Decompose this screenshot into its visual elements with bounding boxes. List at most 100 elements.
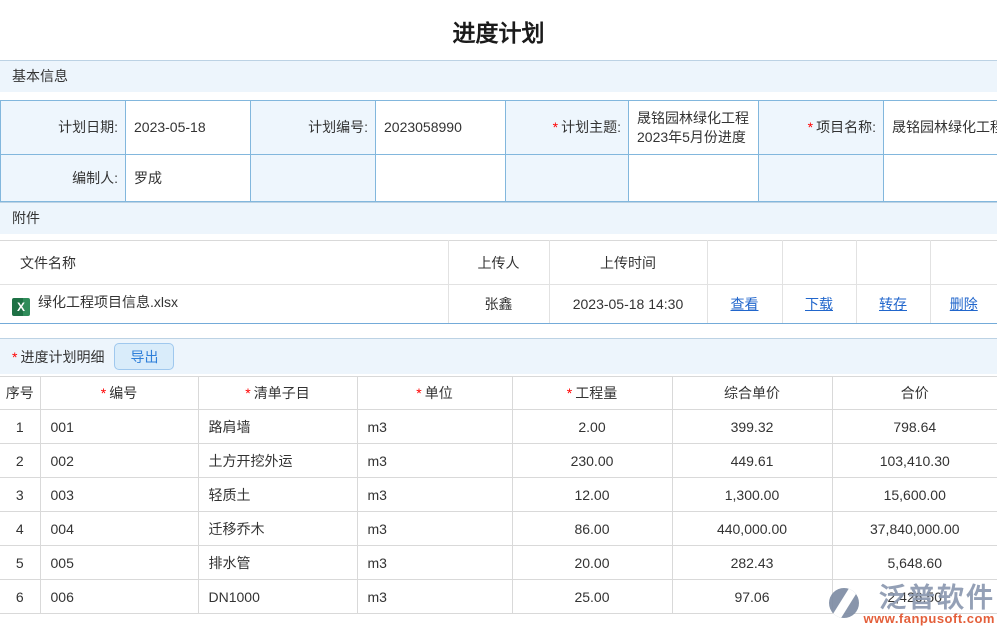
- attachment-file-name: X绿化工程项目信息.xlsx: [0, 285, 448, 324]
- cell-total: 2,426.50: [832, 580, 997, 614]
- cell-total: 37,840,000.00: [832, 512, 997, 546]
- section-title-plan-detail: *进度计划明细: [12, 347, 104, 367]
- cell-item[interactable]: 土方开挖外运: [198, 444, 357, 478]
- table-row: 6 006 DN1000 m3 25.00 97.06 2,426.50: [0, 580, 997, 614]
- section-header-plan-detail: *进度计划明细 导出: [0, 338, 997, 374]
- cell-unit[interactable]: m3: [357, 580, 512, 614]
- cell-total: 798.64: [832, 410, 997, 444]
- attachment-upload-time: 2023-05-18 14:30: [549, 285, 707, 324]
- col-header-total: 合价: [832, 377, 997, 410]
- empty-value-cell: [629, 155, 759, 202]
- cell-total: 103,410.30: [832, 444, 997, 478]
- cell-unit[interactable]: m3: [357, 546, 512, 580]
- attach-col-action: [707, 241, 782, 285]
- attachment-row: X绿化工程项目信息.xlsx 张鑫 2023-05-18 14:30 查看 下载…: [0, 285, 997, 324]
- col-header-unit: *单位: [357, 377, 512, 410]
- empty-label-cell: [759, 155, 884, 202]
- cell-unit-price: 440,000.00: [672, 512, 832, 546]
- cell-quantity[interactable]: 20.00: [512, 546, 672, 580]
- transfer-link[interactable]: 转存: [879, 296, 907, 312]
- required-mark: *: [416, 385, 421, 401]
- attach-col-action: [856, 241, 930, 285]
- required-mark: *: [567, 385, 572, 401]
- section-header-basic-info: 基本信息: [0, 60, 997, 92]
- empty-value-cell: [376, 155, 506, 202]
- cell-unit[interactable]: m3: [357, 444, 512, 478]
- attachment-uploader: 张鑫: [448, 285, 549, 324]
- plan-date-value[interactable]: 2023-05-18: [126, 101, 251, 155]
- attach-col-file-name: 文件名称: [0, 241, 448, 285]
- cell-seq: 6: [0, 580, 40, 614]
- plan-subject-value[interactable]: 晟铭园林绿化工程2023年5月份进度: [629, 101, 759, 155]
- cell-quantity[interactable]: 12.00: [512, 478, 672, 512]
- cell-unit-price: 1,300.00: [672, 478, 832, 512]
- table-row: 4 004 迁移乔木 m3 86.00 440,000.00 37,840,00…: [0, 512, 997, 546]
- excel-file-icon: X: [12, 298, 30, 316]
- attach-col-uploader: 上传人: [448, 241, 549, 285]
- required-mark: *: [245, 385, 250, 401]
- table-row: 5 005 排水管 m3 20.00 282.43 5,648.60: [0, 546, 997, 580]
- cell-unit-price: 399.32: [672, 410, 832, 444]
- cell-item[interactable]: 路肩墙: [198, 410, 357, 444]
- cell-quantity[interactable]: 25.00: [512, 580, 672, 614]
- author-value[interactable]: 罗成: [126, 155, 251, 202]
- cell-code[interactable]: 006: [40, 580, 198, 614]
- cell-unit[interactable]: m3: [357, 478, 512, 512]
- cell-item[interactable]: 排水管: [198, 546, 357, 580]
- col-header-code: *编号: [40, 377, 198, 410]
- cell-unit[interactable]: m3: [357, 512, 512, 546]
- table-row: 2 002 土方开挖外运 m3 230.00 449.61 103,410.30: [0, 444, 997, 478]
- cell-unit-price: 449.61: [672, 444, 832, 478]
- table-row: 3 003 轻质土 m3 12.00 1,300.00 15,600.00: [0, 478, 997, 512]
- basic-info-form: 计划日期: 2023-05-18 计划编号: 2023058990 *计划主题:…: [0, 100, 997, 202]
- cell-total: 5,648.60: [832, 546, 997, 580]
- plan-number-label: 计划编号:: [251, 101, 376, 155]
- empty-label-cell: [506, 155, 629, 202]
- delete-link[interactable]: 删除: [950, 296, 978, 312]
- cell-code[interactable]: 001: [40, 410, 198, 444]
- cell-code[interactable]: 005: [40, 546, 198, 580]
- cell-quantity[interactable]: 86.00: [512, 512, 672, 546]
- cell-code[interactable]: 002: [40, 444, 198, 478]
- attach-col-action: [930, 241, 997, 285]
- required-mark: *: [12, 349, 17, 365]
- page: 进度计划 基本信息 计划日期: 2023-05-18 计划编号: 2023058…: [0, 0, 997, 630]
- cell-seq: 2: [0, 444, 40, 478]
- section-title-basic-info: 基本信息: [12, 68, 68, 84]
- cell-unit-price: 97.06: [672, 580, 832, 614]
- plan-number-value[interactable]: 2023058990: [376, 101, 506, 155]
- cell-seq: 4: [0, 512, 40, 546]
- cell-item[interactable]: 迁移乔木: [198, 512, 357, 546]
- export-button[interactable]: 导出: [114, 343, 174, 370]
- required-mark: *: [553, 119, 558, 135]
- cell-seq: 3: [0, 478, 40, 512]
- required-mark: *: [101, 385, 106, 401]
- cell-total: 15,600.00: [832, 478, 997, 512]
- empty-label-cell: [251, 155, 376, 202]
- plan-detail-table: 序号 *编号 *清单子目 *单位 *工程量 综合单价 合价 1 001 路肩墙 …: [0, 376, 997, 614]
- col-header-seq: 序号: [0, 377, 40, 410]
- required-mark: *: [808, 119, 813, 135]
- cell-unit[interactable]: m3: [357, 410, 512, 444]
- cell-seq: 5: [0, 546, 40, 580]
- cell-unit-price: 282.43: [672, 546, 832, 580]
- detail-header-row: 序号 *编号 *清单子目 *单位 *工程量 综合单价 合价: [0, 377, 997, 410]
- plan-date-label: 计划日期:: [1, 101, 126, 155]
- cell-quantity[interactable]: 2.00: [512, 410, 672, 444]
- section-header-attachments: 附件: [0, 202, 997, 234]
- view-link[interactable]: 查看: [731, 296, 759, 312]
- attachments-table: 文件名称 上传人 上传时间 X绿化工程项目信息.xlsx 张鑫 2023-05-…: [0, 240, 997, 324]
- project-name-label: *项目名称:: [759, 101, 884, 155]
- plan-subject-label: *计划主题:: [506, 101, 629, 155]
- section-title-attachments: 附件: [12, 210, 40, 226]
- col-header-quantity: *工程量: [512, 377, 672, 410]
- author-label: 编制人:: [1, 155, 126, 202]
- cell-code[interactable]: 004: [40, 512, 198, 546]
- cell-item[interactable]: DN1000: [198, 580, 357, 614]
- cell-quantity[interactable]: 230.00: [512, 444, 672, 478]
- project-name-value[interactable]: 晟铭园林绿化工程: [884, 101, 997, 155]
- page-title: 进度计划: [0, 0, 997, 60]
- cell-code[interactable]: 003: [40, 478, 198, 512]
- download-link[interactable]: 下载: [805, 296, 833, 312]
- cell-item[interactable]: 轻质土: [198, 478, 357, 512]
